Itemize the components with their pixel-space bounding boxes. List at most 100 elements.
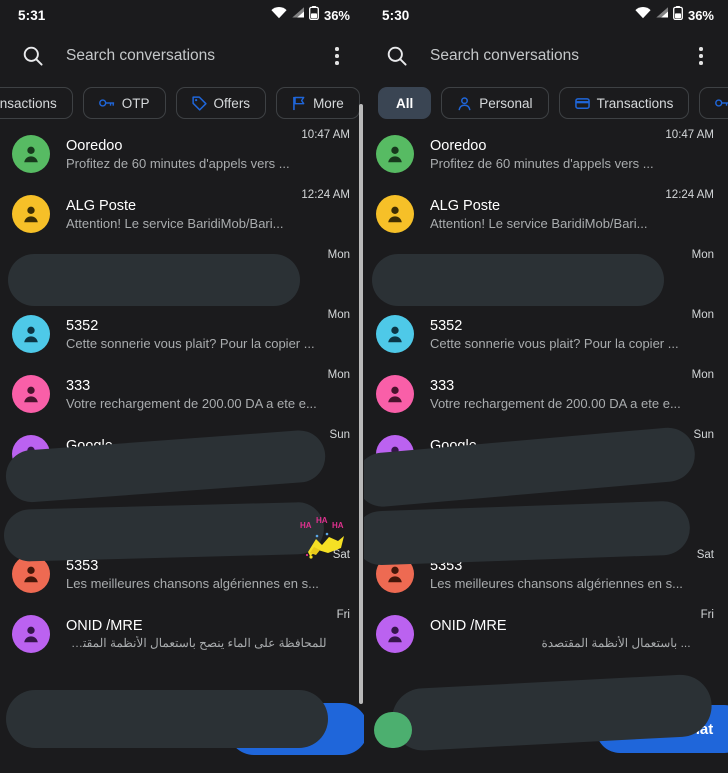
avatar — [376, 315, 414, 353]
chip-label: OTP — [121, 95, 150, 111]
conversation-text: Ooredoo Profitez de 60 minutes d'appels … — [430, 138, 655, 171]
chip-label: All — [396, 95, 414, 111]
search-input[interactable]: Search conversations — [66, 47, 324, 65]
conversation-timestamp: 10:47 AM — [665, 129, 714, 141]
conversation-list-right[interactable]: Ooredoo Profitez de 60 minutes d'appels … — [364, 124, 728, 664]
battery-percentage: 36% — [687, 7, 714, 23]
conversation-text: 5353 Les meilleures chansons algériennes… — [430, 558, 687, 591]
conversation-text: 5352 Cette sonnerie vous plait? Pour la … — [66, 318, 318, 351]
avatar — [12, 135, 50, 173]
conversation-timestamp: Mon — [327, 309, 350, 321]
battery-icon — [673, 5, 683, 25]
wifi-icon — [635, 6, 651, 24]
conversation-row[interactable]: 333 Votre rechargement de 200.00 DA a et… — [0, 364, 364, 424]
panel-divider — [359, 104, 363, 704]
redaction-overlay — [6, 690, 328, 748]
battery-percentage: 36% — [323, 7, 350, 23]
conversation-timestamp: 12:24 AM — [301, 189, 350, 201]
conversation-name: 5352 — [430, 317, 463, 334]
conversation-timestamp: Sun — [329, 429, 350, 441]
redaction-overlay — [372, 254, 664, 306]
conversation-snippet: Les meilleures chansons algériennes en s… — [430, 575, 683, 591]
conversation-row[interactable]: 5352 Cette sonnerie vous plait? Pour la … — [364, 304, 728, 364]
chip-personal[interactable]: Personal — [441, 87, 549, 119]
chip-transactions[interactable]: Transactions — [0, 87, 73, 119]
more-vert-icon[interactable] — [324, 43, 350, 69]
svg-text:HA: HA — [332, 521, 344, 530]
filter-chip-row-left[interactable]: Transactions OTP Offers More — [0, 82, 364, 124]
conversation-row[interactable]: ALG Poste Attention! Le service BaridiMo… — [364, 184, 728, 244]
svg-text:HA: HA — [300, 521, 312, 530]
status-bar-left: 5:31 36% — [0, 0, 364, 30]
chip-all[interactable]: All — [378, 87, 432, 119]
redaction-overlay-green — [374, 712, 412, 748]
conversation-timestamp: Fri — [700, 609, 714, 621]
conversation-snippet: Profitez de 60 minutes d'appels vers ... — [430, 155, 654, 171]
conversation-row[interactable]: ONID /MRE للمحافظة على الماء ينصح باستعم… — [0, 604, 364, 664]
search-icon — [22, 45, 44, 67]
status-bar-indicators: 36% — [635, 5, 714, 25]
avatar — [12, 615, 50, 653]
conversation-row[interactable]: ALG Poste Attention! Le service BaridiMo… — [0, 184, 364, 244]
chip-transactions[interactable]: Transactions — [558, 87, 690, 119]
conversation-text: 5353 Les meilleures chansons algériennes… — [66, 558, 323, 591]
chip-label: Transactions — [0, 95, 57, 111]
conversation-name: 333 — [66, 377, 91, 394]
conversation-row[interactable]: Ooredoo Profitez de 60 minutes d'appels … — [0, 124, 364, 184]
status-bar-right: 5:30 36% — [364, 0, 728, 30]
conversation-name: 5353 — [66, 557, 99, 574]
avatar — [12, 375, 50, 413]
chip-label: Offers — [213, 95, 251, 111]
conversation-name: Ooredoo — [430, 137, 487, 154]
conversation-timestamp: Fri — [336, 609, 350, 621]
conversation-name: ALG Poste — [430, 197, 501, 214]
battery-icon — [309, 5, 319, 25]
cellular-signal-icon — [655, 6, 669, 24]
conversation-row[interactable]: Ooredoo Profitez de 60 minutes d'appels … — [364, 124, 728, 184]
status-bar-clock: 5:31 — [18, 7, 46, 23]
avatar — [376, 135, 414, 173]
more-vert-icon[interactable] — [688, 43, 714, 69]
conversation-name: Ooredoo — [66, 137, 123, 154]
redaction-overlay — [8, 254, 300, 306]
conversation-timestamp: Mon — [691, 309, 714, 321]
redaction-overlay — [3, 501, 325, 562]
laughing-sticker: HA HA HA — [296, 512, 352, 564]
status-bar-indicators: 36% — [271, 5, 350, 25]
filter-chip-row-right[interactable]: All Personal Transactions OTP — [364, 82, 728, 124]
status-bar-clock: 5:30 — [382, 7, 410, 23]
conversation-snippet: للمحافظة على الماء ينصح باستعمال الأنظمة… — [66, 636, 327, 650]
conversation-snippet: Attention! Le service BaridiMob/Bari... — [66, 215, 284, 231]
chip-label: Transactions — [596, 95, 674, 111]
search-input[interactable]: Search conversations — [430, 47, 688, 65]
chip-otp[interactable]: OTP — [82, 87, 166, 119]
chip-otp[interactable]: OTP — [699, 87, 728, 119]
conversation-name: 5352 — [66, 317, 99, 334]
conversation-text: ONID /MRE ... باستعمال الأنظمة المقتصدة — [430, 618, 691, 650]
avatar — [376, 195, 414, 233]
conversation-row[interactable]: ONID /MRE ... باستعمال الأنظمة المقتصدة … — [364, 604, 728, 664]
svg-text:HA: HA — [316, 516, 328, 525]
conversation-timestamp: Mon — [327, 369, 350, 381]
chip-more[interactable]: More — [276, 87, 360, 119]
chip-label: More — [313, 95, 344, 111]
conversation-row[interactable]: 333 Votre rechargement de 200.00 DA a et… — [364, 364, 728, 424]
dual-panel-screenshot: 5:31 36% Search conversations nsactions … — [0, 0, 728, 773]
search-bar-left[interactable]: Search conversations — [0, 30, 364, 82]
avatar — [12, 315, 50, 353]
conversation-snippet: Votre rechargement de 200.00 DA a ete e.… — [66, 395, 317, 411]
avatar — [12, 195, 50, 233]
conversation-text: 333 Votre rechargement de 200.00 DA a et… — [430, 378, 682, 411]
conversation-text: 333 Votre rechargement de 200.00 DA a et… — [66, 378, 318, 411]
conversation-row[interactable]: 5352 Cette sonnerie vous plait? Pour la … — [0, 304, 364, 364]
conversation-text: ONID /MRE للمحافظة على الماء ينصح باستعم… — [66, 618, 327, 650]
conversation-text: Ooredoo Profitez de 60 minutes d'appels … — [66, 138, 291, 171]
conversation-name: ONID /MRE — [430, 618, 507, 634]
conversation-snippet: Cette sonnerie vous plait? Pour la copie… — [66, 335, 315, 351]
conversation-timestamp: Mon — [327, 249, 350, 261]
conversation-list-left[interactable]: Ooredoo Profitez de 60 minutes d'appels … — [0, 124, 364, 664]
search-bar-right[interactable]: Search conversations — [364, 30, 728, 82]
conversation-timestamp: 10:47 AM — [301, 129, 350, 141]
chip-offers[interactable]: Offers — [175, 87, 267, 119]
search-icon — [386, 45, 408, 67]
